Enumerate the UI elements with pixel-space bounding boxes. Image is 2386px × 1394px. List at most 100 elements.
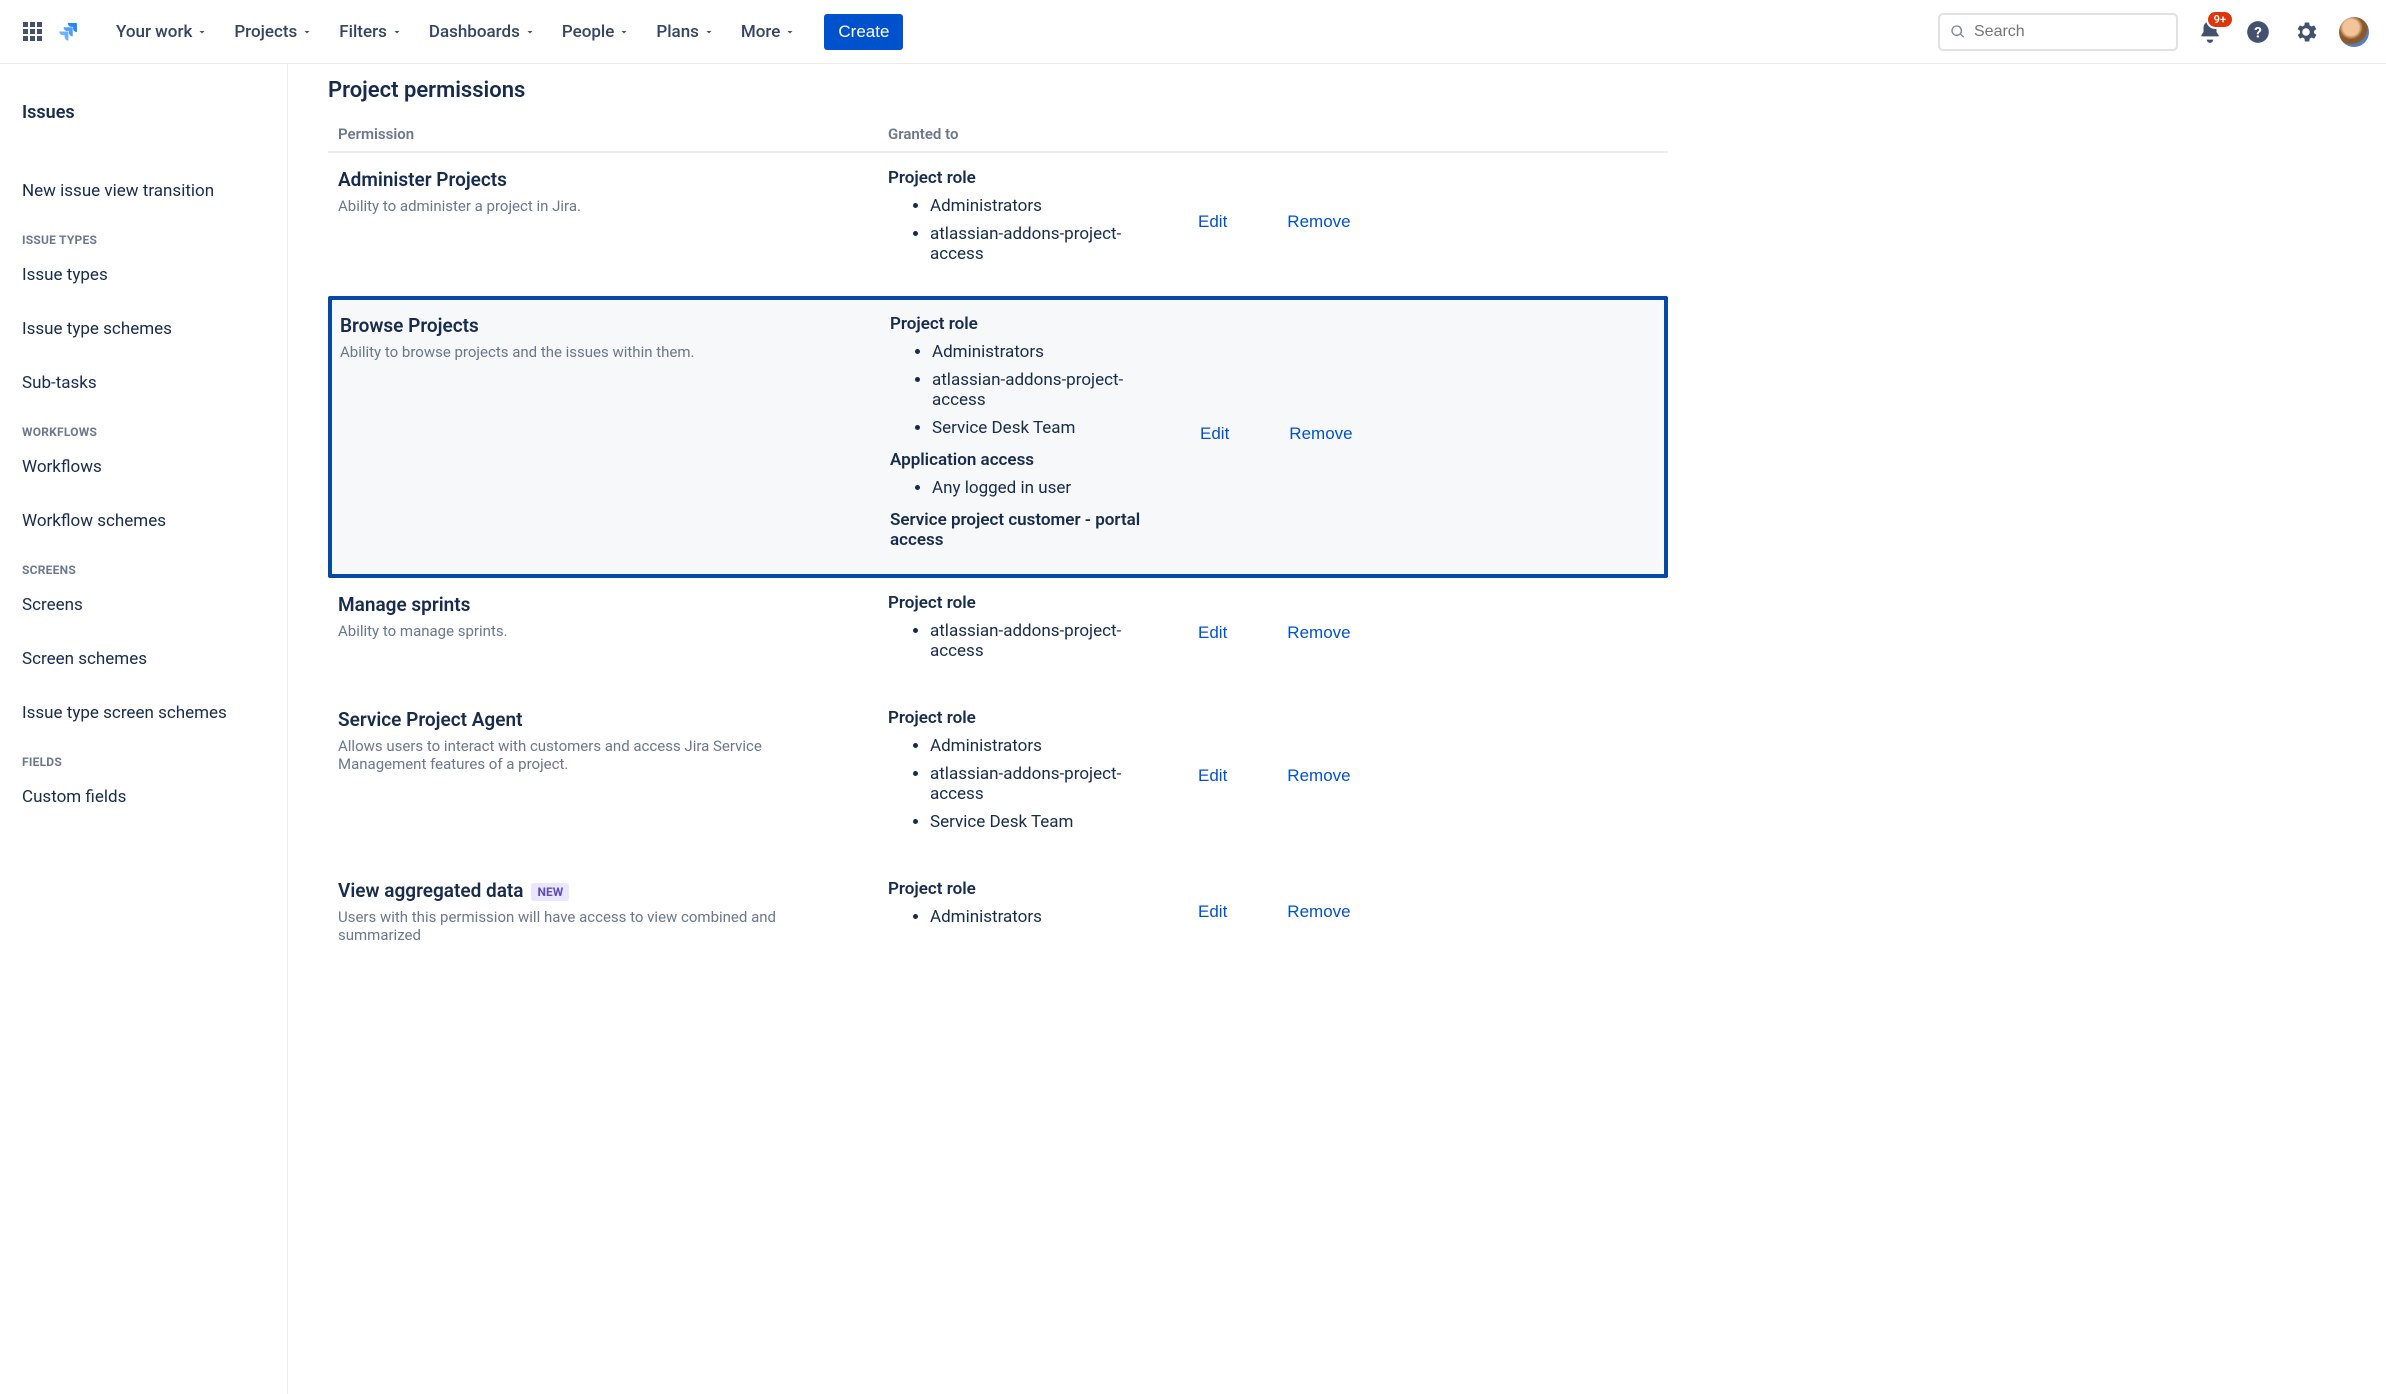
grant-item: atlassian-addons-project-access xyxy=(930,760,1148,808)
search-box[interactable] xyxy=(1938,13,2178,51)
grant-item: Service Desk Team xyxy=(930,808,1148,836)
search-input[interactable] xyxy=(1974,23,2166,41)
sidebar-link-issue-types[interactable]: Issue types xyxy=(16,255,275,295)
remove-button[interactable]: Remove xyxy=(1287,708,1350,844)
nav-item-label: Your work xyxy=(116,22,192,42)
granted-to: Project role Administrators xyxy=(888,879,1148,944)
grant-heading: Project role xyxy=(890,314,1150,334)
topnav-right: 9+ ? xyxy=(2194,16,2370,48)
new-badge: NEW xyxy=(531,883,569,901)
nav-item-people[interactable]: People xyxy=(552,16,641,48)
column-header-granted: Granted to xyxy=(888,125,1148,143)
nav-item-label: Plans xyxy=(656,22,699,42)
chevron-down-icon xyxy=(784,26,796,38)
nav-items: Your work Projects Filters Dashboards People… xyxy=(106,16,806,48)
chevron-down-icon xyxy=(524,26,536,38)
grant-heading: Project role xyxy=(888,879,1148,899)
grant-item: atlassian-addons-project-access xyxy=(930,220,1148,268)
grant-item: Any logged in user xyxy=(932,474,1150,502)
remove-button[interactable]: Remove xyxy=(1287,168,1350,276)
permission-name: Administer Projects xyxy=(338,168,888,191)
grant-item: Administrators xyxy=(930,192,1148,220)
granted-to: Project role atlassian-addons-project-acc… xyxy=(888,593,1148,673)
permission-description: Allows users to interact with customers … xyxy=(338,737,848,773)
permission-description: Ability to browse projects and the issue… xyxy=(340,343,850,361)
grant-item: Administrators xyxy=(930,903,1148,931)
nav-item-filters[interactable]: Filters xyxy=(329,16,413,48)
remove-button[interactable]: Remove xyxy=(1289,314,1352,554)
remove-button[interactable]: Remove xyxy=(1287,879,1350,944)
permissions-table-header: Permission Granted to xyxy=(328,117,1668,153)
svg-text:?: ? xyxy=(2254,23,2262,41)
grant-item: atlassian-addons-project-access xyxy=(930,617,1148,665)
grant-heading: Application access xyxy=(890,450,1150,470)
edit-button[interactable]: Edit xyxy=(1198,879,1227,944)
sidebar-section-workflows: WORKFLOWS xyxy=(16,403,275,447)
grant-item: Administrators xyxy=(932,338,1150,366)
grant-item: Service Desk Team xyxy=(932,414,1150,442)
grant-heading: Service project customer - portal access xyxy=(890,510,1150,550)
nav-item-label: People xyxy=(562,22,615,42)
sidebar-section-screens: SCREENS xyxy=(16,541,275,585)
chevron-down-icon xyxy=(618,26,630,38)
permission-row: Browse Projects Ability to browse project… xyxy=(328,296,1668,578)
sidebar-link-new-issue-view-transition[interactable]: New issue view transition xyxy=(16,171,275,211)
permission-row: View aggregated dataNEW Users with this p… xyxy=(328,864,1668,964)
sidebar-link-screens[interactable]: Screens xyxy=(16,585,275,625)
nav-item-plans[interactable]: Plans xyxy=(646,16,725,48)
chevron-down-icon xyxy=(703,26,715,38)
notification-badge: 9+ xyxy=(2206,10,2234,29)
sidebar-section-fields: FIELDS xyxy=(16,733,275,777)
grant-heading: Project role xyxy=(888,593,1148,613)
permission-description: Users with this permission will have acc… xyxy=(338,908,848,944)
granted-to: Project roleAdministratorsatlassian-addo… xyxy=(888,168,1148,276)
grant-item: atlassian-addons-project-access xyxy=(932,366,1150,414)
edit-button[interactable]: Edit xyxy=(1198,168,1227,276)
permission-description: Ability to administer a project in Jira. xyxy=(338,197,848,215)
chevron-down-icon xyxy=(301,26,313,38)
profile-avatar[interactable] xyxy=(2338,16,2370,48)
sidebar-issues-heading[interactable]: Issues xyxy=(16,92,275,133)
sidebar-link-screen-schemes[interactable]: Screen schemes xyxy=(16,639,275,679)
edit-button[interactable]: Edit xyxy=(1198,593,1227,673)
main-content: Project permissions Permission Granted t… xyxy=(288,64,1708,1394)
remove-button[interactable]: Remove xyxy=(1287,593,1350,673)
grant-item: Administrators xyxy=(930,732,1148,760)
chevron-down-icon xyxy=(391,26,403,38)
sidebar-section-issue-types: ISSUE TYPES xyxy=(16,211,275,255)
edit-button[interactable]: Edit xyxy=(1200,314,1229,554)
jira-logo-icon[interactable] xyxy=(52,16,84,48)
permission-row: Administer Projects Ability to administer… xyxy=(328,153,1668,296)
app-switcher-icon[interactable] xyxy=(16,16,48,48)
edit-button[interactable]: Edit xyxy=(1198,708,1227,844)
nav-item-your-work[interactable]: Your work xyxy=(106,16,218,48)
permission-description: Ability to manage sprints. xyxy=(338,622,848,640)
sidebar-link-workflow-schemes[interactable]: Workflow schemes xyxy=(16,501,275,541)
permission-name: View aggregated dataNEW xyxy=(338,879,888,902)
permission-name: Browse Projects xyxy=(340,314,890,337)
nav-item-label: Projects xyxy=(234,22,297,42)
create-button[interactable]: Create xyxy=(824,14,903,50)
nav-item-dashboards[interactable]: Dashboards xyxy=(419,16,546,48)
permission-name: Manage sprints xyxy=(338,593,888,616)
search-icon xyxy=(1950,23,1966,41)
permission-name: Service Project Agent xyxy=(338,708,888,731)
nav-item-projects[interactable]: Projects xyxy=(224,16,323,48)
nav-item-label: More xyxy=(741,22,780,42)
sidebar-link-issue-type-schemes[interactable]: Issue type schemes xyxy=(16,309,275,349)
nav-item-more[interactable]: More xyxy=(731,16,806,48)
sidebar-link-sub-tasks[interactable]: Sub-tasks xyxy=(16,363,275,403)
sidebar-link-workflows[interactable]: Workflows xyxy=(16,447,275,487)
sidebar: Issues New issue view transition ISSUE T… xyxy=(0,64,288,1394)
permission-row: Service Project Agent Allows users to int… xyxy=(328,693,1668,864)
granted-to: Project role Administratorsatlassian-addo… xyxy=(890,314,1150,554)
settings-icon[interactable] xyxy=(2290,16,2322,48)
nav-item-label: Dashboards xyxy=(429,22,520,42)
help-icon[interactable]: ? xyxy=(2242,16,2274,48)
sidebar-link-issue-type-screen-schemes[interactable]: Issue type screen schemes xyxy=(16,693,275,733)
column-header-permission: Permission xyxy=(338,125,888,143)
page-title: Project permissions xyxy=(328,78,1668,103)
sidebar-link-custom-fields[interactable]: Custom fields xyxy=(16,777,275,817)
notifications-icon[interactable]: 9+ xyxy=(2194,16,2226,48)
granted-to: Project roleAdministratorsatlassian-addo… xyxy=(888,708,1148,844)
